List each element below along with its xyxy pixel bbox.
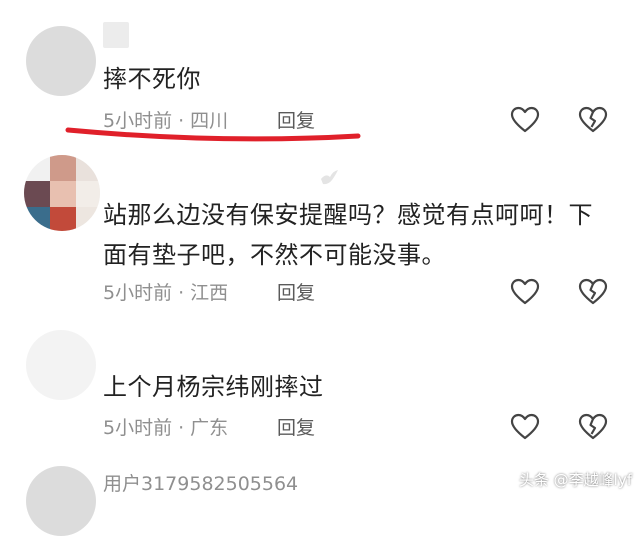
comment-time: 5小时前 xyxy=(103,282,173,304)
bird-icon xyxy=(321,170,338,185)
avatar[interactable] xyxy=(24,155,100,231)
avatar[interactable] xyxy=(26,330,96,400)
reply-button[interactable]: 回复 xyxy=(277,416,315,440)
reply-button[interactable]: 回复 xyxy=(277,281,315,305)
annotation-underline xyxy=(65,127,361,142)
comment-text: 上个月杨宗纬刚摔过 xyxy=(103,373,324,401)
comment-location: 江西 xyxy=(190,282,229,304)
comment-location: 广东 xyxy=(190,417,229,439)
avatar[interactable] xyxy=(26,466,96,536)
comment-time: 5小时前 xyxy=(103,417,173,439)
comment-meta: 5小时前 · 江西 xyxy=(103,281,228,305)
comment-username[interactable]: 用户3179582505564 xyxy=(103,472,298,496)
heart-outline-icon[interactable] xyxy=(510,106,540,134)
comment-meta: 5小时前 · 广东 xyxy=(103,416,228,440)
meta-separator: · xyxy=(178,417,185,439)
comment-text-line: 站那么边没有保安提醒吗？感觉有点呵呵！下 xyxy=(103,201,593,229)
broken-heart-icon[interactable] xyxy=(578,278,608,306)
broken-heart-icon[interactable] xyxy=(578,106,608,134)
source-watermark: 头条 @李越峰lyf xyxy=(518,471,632,489)
heart-outline-icon[interactable] xyxy=(510,413,540,441)
broken-heart-icon[interactable] xyxy=(578,413,608,441)
meta-separator: · xyxy=(178,282,185,304)
comment-text-line: 面有垫子吧，不然不可能没事。 xyxy=(103,241,446,269)
heart-outline-icon[interactable] xyxy=(510,278,540,306)
